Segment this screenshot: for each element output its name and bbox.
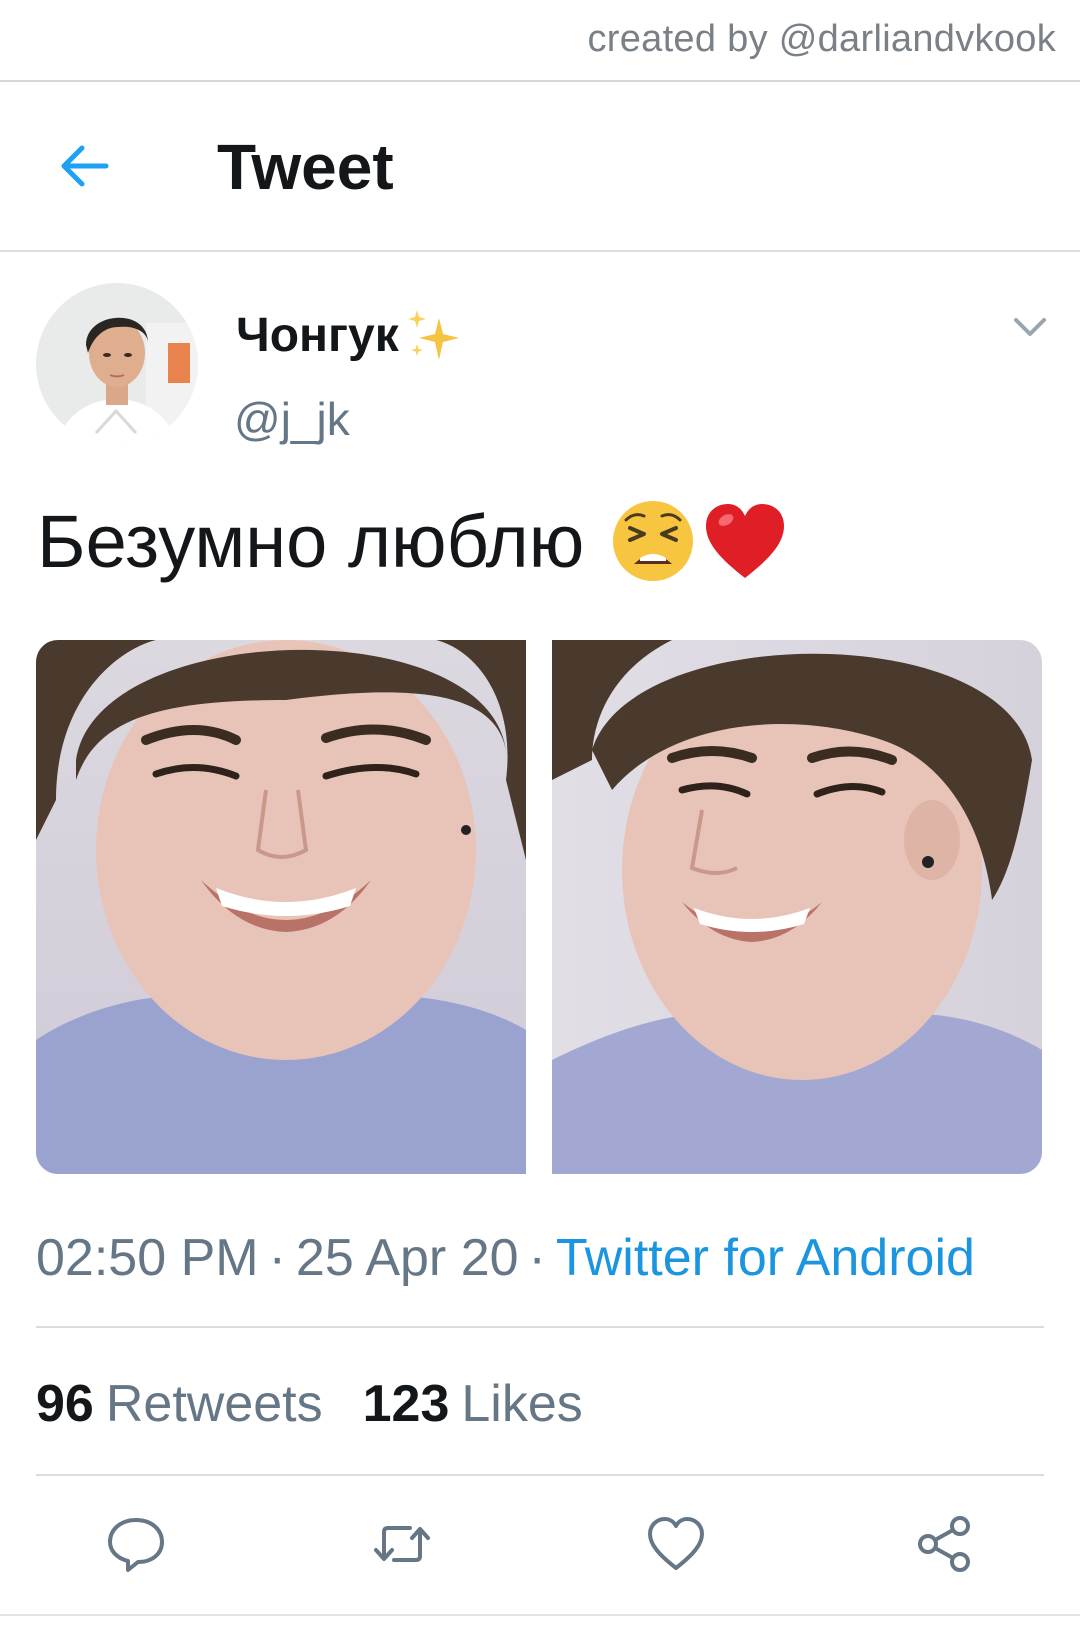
meta-separator: · bbox=[268, 1229, 286, 1287]
handle[interactable]: @j_jk bbox=[234, 392, 350, 446]
credit-text: created by @darliandvkook bbox=[587, 18, 1056, 60]
likes-label: Likes bbox=[461, 1375, 583, 1433]
more-options-button[interactable] bbox=[1012, 312, 1048, 340]
retweet-button[interactable] bbox=[370, 1512, 434, 1576]
retweets-label: Retweets bbox=[105, 1375, 323, 1433]
heart-icon bbox=[648, 1517, 704, 1570]
tweet-time: 02:50 PM bbox=[36, 1229, 259, 1287]
retweet-icon bbox=[374, 1526, 430, 1562]
chevron-down-icon bbox=[1014, 318, 1046, 336]
divider bbox=[0, 1614, 1080, 1616]
display-name-text: Чонгук bbox=[236, 308, 399, 362]
avatar-image bbox=[36, 283, 198, 445]
page-title: Tweet bbox=[217, 131, 394, 203]
divider bbox=[36, 1326, 1044, 1328]
arrow-left-icon bbox=[61, 145, 109, 187]
tweet-date: 25 Apr 20 bbox=[295, 1229, 519, 1287]
display-name[interactable]: Чонгук bbox=[236, 304, 465, 366]
reply-button[interactable] bbox=[104, 1512, 168, 1576]
tweet-stats: 96 Retweets 123 Likes bbox=[36, 1374, 583, 1434]
divider bbox=[36, 1474, 1044, 1476]
avatar[interactable] bbox=[36, 283, 198, 445]
like-button[interactable] bbox=[644, 1512, 708, 1576]
top-bar: Tweet bbox=[0, 82, 1080, 252]
retweets-count: 96 bbox=[36, 1375, 94, 1433]
photo-2 bbox=[552, 640, 1042, 1174]
tweet-text: Безумно люблю bbox=[37, 498, 788, 584]
tweet-source-link[interactable]: Twitter for Android bbox=[556, 1229, 975, 1287]
red-heart-emoji bbox=[706, 504, 785, 578]
sparkles-icon bbox=[407, 310, 459, 360]
media-image-2[interactable] bbox=[552, 640, 1042, 1174]
photo-1 bbox=[36, 640, 526, 1174]
tweet-text-content: Безумно люблю bbox=[37, 499, 585, 583]
share-button[interactable] bbox=[912, 1512, 976, 1576]
likes-stat[interactable]: 123 Likes bbox=[363, 1375, 583, 1433]
media-image-1[interactable] bbox=[36, 640, 526, 1174]
tweet-meta: 02:50 PM · 25 Apr 20 · Twitter for Android bbox=[36, 1228, 975, 1288]
likes-count: 123 bbox=[362, 1375, 450, 1433]
reply-icon bbox=[108, 1518, 164, 1572]
back-button[interactable] bbox=[56, 140, 112, 192]
credit-bar: created by @darliandvkook bbox=[0, 0, 1080, 82]
share-icon bbox=[918, 1516, 970, 1572]
retweets-stat[interactable]: 96 Retweets bbox=[36, 1375, 323, 1433]
meta-separator: · bbox=[528, 1229, 546, 1287]
tired-face-emoji bbox=[613, 501, 694, 581]
